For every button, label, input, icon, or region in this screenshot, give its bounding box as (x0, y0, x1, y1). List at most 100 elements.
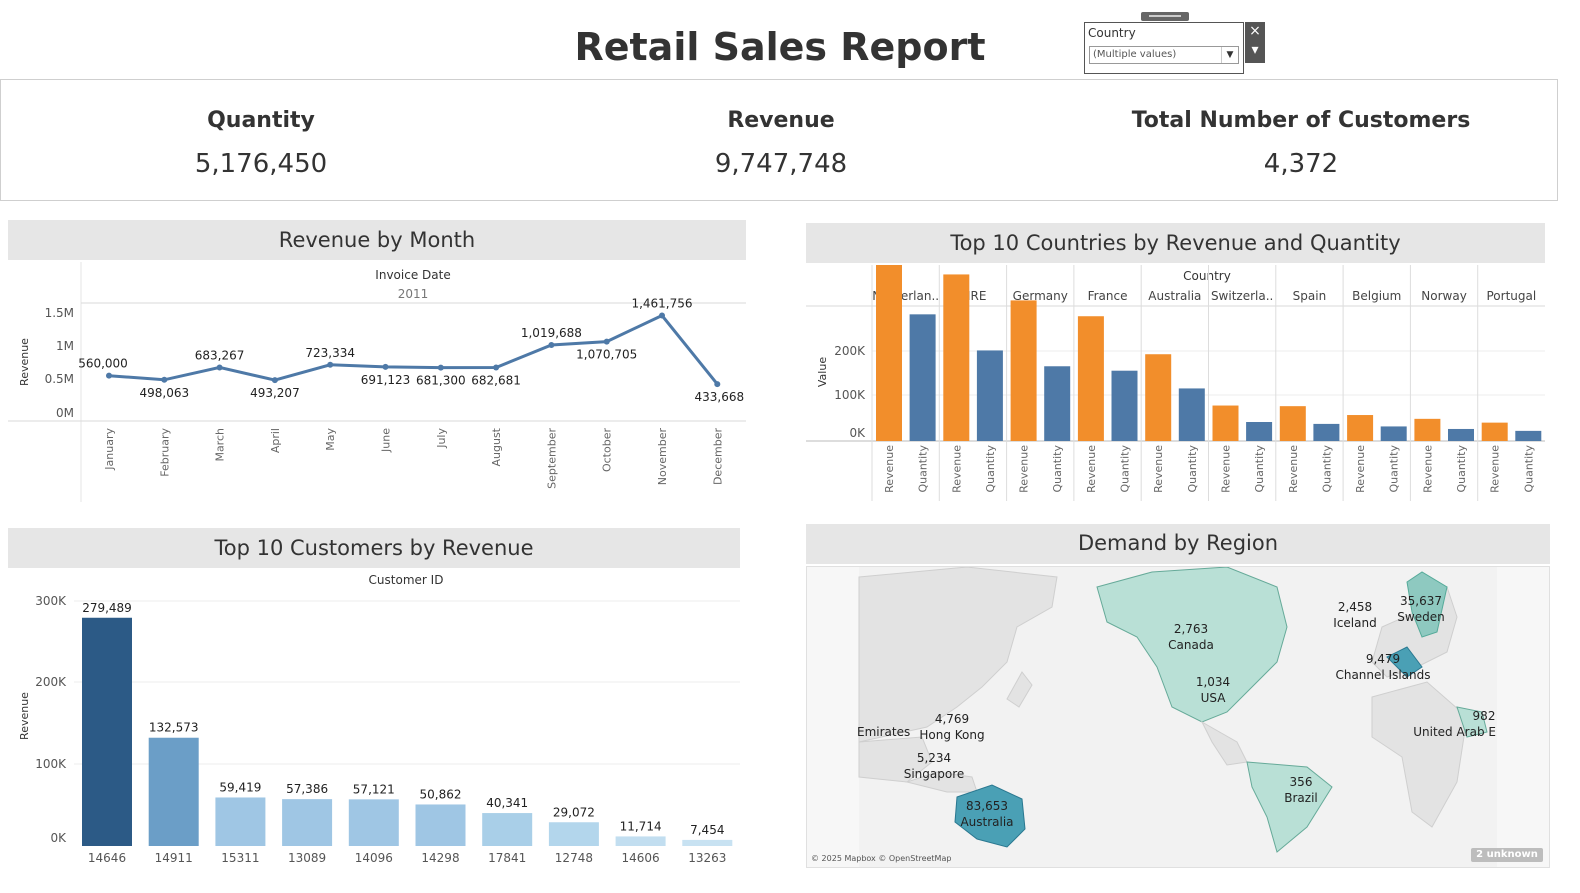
measure-label: Revenue (1220, 445, 1233, 493)
bar-revenue (1077, 316, 1104, 441)
data-point (382, 363, 389, 370)
map-value: 4,769 (935, 712, 969, 726)
revenue-by-month-chart: Invoice Date 2011 Revenue 1.5M 1M 0.5M 0… (8, 262, 746, 502)
y-tick-label: 0K (50, 831, 67, 845)
customer-bar (548, 822, 599, 846)
data-point (106, 372, 112, 379)
x-tick-label: 15311 (221, 851, 259, 865)
filter-menu-icon[interactable]: ▾ (1245, 41, 1265, 60)
x-tick-label: 14096 (355, 851, 393, 865)
filter-label: Country (1088, 26, 1136, 40)
country-label: Switzerla.. (1211, 289, 1273, 303)
x-tick-label: January (103, 428, 116, 471)
map-region: USA (1201, 691, 1227, 705)
measure-label: Revenue (1287, 445, 1300, 493)
x-tick-label: 13089 (288, 851, 326, 865)
revenue-by-month-title: Revenue by Month (8, 220, 746, 260)
data-label: 560,000 (78, 357, 128, 371)
customer-bar (215, 797, 266, 846)
map-value: 2,763 (1174, 622, 1208, 636)
data-point (493, 364, 500, 371)
map-region: Australia (960, 815, 1013, 829)
data-label: 279,489 (82, 601, 132, 615)
data-point (548, 342, 555, 349)
demand-by-region-title: Demand by Region (806, 524, 1550, 564)
report-title: Retail Sales Report (574, 25, 986, 69)
kpi-quantity: Quantity 5,176,450 (1, 80, 521, 179)
bar-quantity (1448, 428, 1474, 441)
country-label: France (1088, 289, 1128, 303)
x-tick-label: 14298 (421, 851, 459, 865)
x-tick-label: July (435, 428, 448, 449)
x-subheader: 2011 (398, 287, 429, 301)
bar-quantity (1313, 423, 1340, 441)
data-label: 681,300 (416, 374, 466, 388)
data-label: 59,419 (219, 780, 261, 794)
data-label: 723,334 (305, 346, 355, 360)
x-tick-label: December (711, 428, 724, 486)
map-region: Hong Kong (919, 728, 984, 742)
map-value: 35,637 (1400, 594, 1442, 608)
map-region: Emirates (857, 725, 910, 739)
customer-bar (682, 839, 733, 846)
top-countries-panel: Country Value 200K 100K 0K Netherlan.. Re… (806, 260, 1545, 501)
measure-label: Revenue (1421, 445, 1434, 493)
data-point (603, 338, 610, 345)
revenue-by-month-panel: Invoice Date 2011 Revenue 1.5M 1M 0.5M 0… (8, 262, 746, 502)
top-customers-title: Top 10 Customers by Revenue (8, 528, 740, 568)
measure-label: Quantity (984, 445, 997, 493)
data-label: 7,454 (690, 823, 724, 837)
data-label: 29,072 (553, 805, 595, 819)
map-value: 2,458 (1338, 600, 1372, 614)
map-region: Brazil (1284, 791, 1318, 805)
measure-label: Quantity (1320, 445, 1333, 493)
drag-handle-icon[interactable] (1141, 12, 1189, 21)
customer-bar (148, 737, 199, 846)
x-tick-label: September (545, 428, 558, 489)
filter-controls: × ▾ (1245, 22, 1265, 63)
map-attribution[interactable]: © 2025 Mapbox © OpenStreetMap (811, 854, 951, 863)
bar-quantity (1515, 430, 1542, 441)
kpi-revenue: Revenue 9,747,748 (521, 80, 1041, 179)
country-filter[interactable]: Country (Multiple values) ▼ (1084, 12, 1244, 74)
data-label: 57,386 (286, 782, 328, 796)
bar-quantity (1111, 370, 1138, 441)
data-label: 691,123 (361, 373, 411, 387)
y-tick-label: 200K (834, 344, 866, 358)
map-value: 1,034 (1196, 675, 1230, 689)
top-customers-panel: Customer ID Revenue 300K 200K 100K 0K 27… (8, 570, 740, 868)
y-axis-label: Value (816, 357, 829, 387)
demand-by-region-map[interactable]: 2,458 Iceland 35,637 Sweden 2,763 Canada… (806, 566, 1550, 868)
country-select[interactable]: (Multiple values) ▼ (1089, 46, 1239, 64)
map-region: Sweden (1397, 610, 1444, 624)
map-region: Channel Islands (1335, 668, 1430, 682)
map-value: 356 (1290, 775, 1313, 789)
y-axis-label: Revenue (18, 338, 31, 386)
unknown-badge[interactable]: 2 unknown (1471, 848, 1543, 862)
data-point (659, 312, 665, 319)
kpi-customers: Total Number of Customers 4,372 (1041, 80, 1561, 179)
x-tick-label: August (490, 427, 503, 466)
country-label: Spain (1293, 289, 1327, 303)
data-label: 1,461,756 (631, 297, 692, 311)
measure-label: Quantity (1186, 445, 1199, 493)
customer-bar (348, 799, 399, 846)
kpi-value: 4,372 (1263, 149, 1339, 179)
top-countries-title: Top 10 Countries by Revenue and Quantity (806, 223, 1545, 263)
country-label: Australia (1148, 289, 1201, 303)
data-label: 493,207 (250, 386, 300, 400)
map-region: United Arab E (1413, 725, 1496, 739)
filter-value: (Multiple values) (1093, 49, 1177, 60)
map-region: Canada (1168, 638, 1214, 652)
measure-label: Quantity (1522, 445, 1535, 493)
y-tick-label: 1.5M (45, 306, 74, 320)
close-icon[interactable]: × (1245, 22, 1265, 41)
kpi-value: 9,747,748 (714, 149, 848, 179)
measure-label: Revenue (1489, 445, 1502, 493)
kpi-label: Quantity (207, 108, 315, 133)
x-tick-label: June (380, 428, 393, 453)
kpi-panel: Quantity 5,176,450 Revenue 9,747,748 Tot… (0, 79, 1558, 201)
country-label: Portugal (1486, 289, 1536, 303)
dropdown-arrow-icon[interactable]: ▼ (1221, 47, 1238, 63)
y-tick-label: 300K (35, 594, 67, 608)
